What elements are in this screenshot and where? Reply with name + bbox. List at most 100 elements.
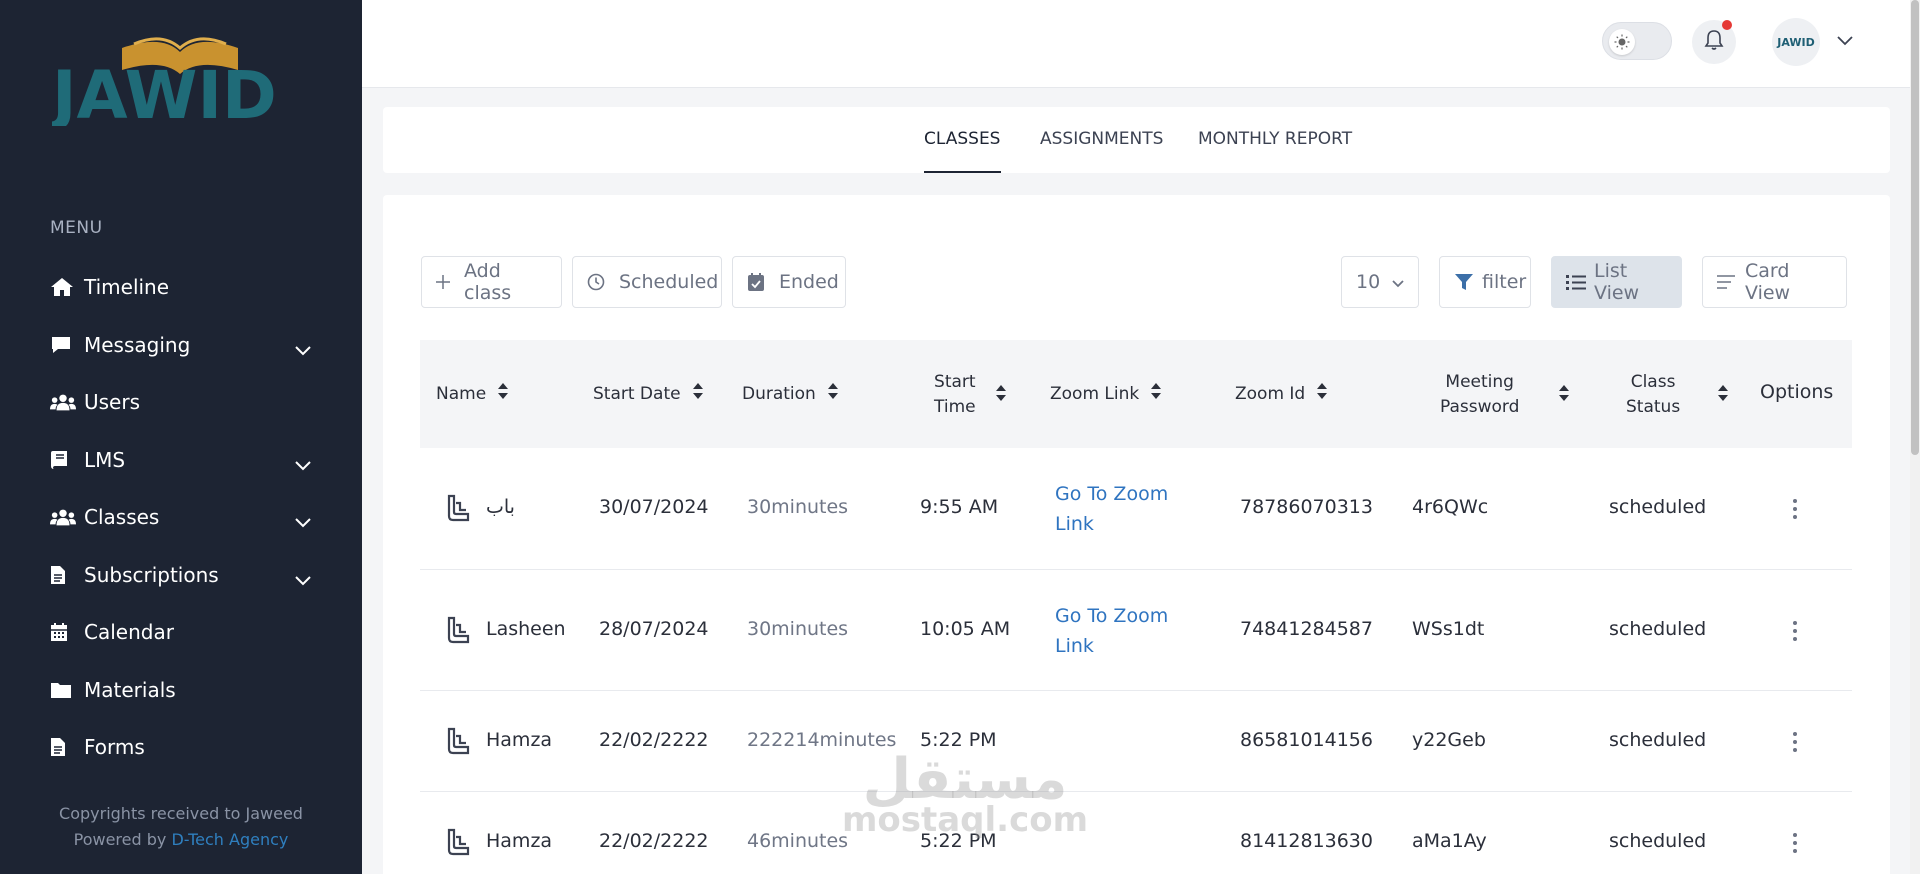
calendar-icon [50, 621, 76, 643]
column-header-label: Class [1630, 372, 1676, 392]
class-status: scheduled [1609, 618, 1707, 640]
column-header-duration[interactable]: Duration [742, 383, 838, 404]
plus-icon [436, 275, 450, 289]
duration: 30minutes [747, 618, 849, 640]
zoom-link-line: Go To Zoom [1055, 483, 1169, 505]
column-header-label: Start Date [593, 383, 681, 404]
zoom-link-line: Link [1055, 513, 1094, 535]
table-row[interactable]: باب 30/07/2024 30minutes 9:55 AM Go To Z… [420, 448, 1852, 570]
column-header-zoom-link[interactable]: Zoom Link [1050, 383, 1162, 404]
more-options-icon[interactable] [1792, 832, 1798, 858]
chevron-down-icon [295, 509, 311, 533]
sidebar-item-subscriptions[interactable]: Subscriptions [50, 555, 315, 595]
card-view-button[interactable]: Card View [1702, 256, 1847, 308]
ended-label: Ended [779, 271, 839, 293]
column-header-start-time[interactable]: Start Time [934, 370, 1006, 420]
book-icon [50, 449, 76, 471]
class-status: scheduled [1609, 830, 1707, 852]
start-date: 22/02/2222 [599, 830, 709, 852]
ended-button[interactable]: Ended [732, 256, 846, 308]
column-header-meeting-password[interactable]: Meeting Password [1440, 370, 1570, 420]
sidebar-item-forms[interactable]: Forms [50, 727, 315, 767]
add-class-button[interactable]: Add class [421, 256, 562, 308]
table-row[interactable]: Lasheen 28/07/2024 30minutes 10:05 AM Go… [420, 570, 1852, 691]
home-icon [50, 276, 76, 298]
zoom-link[interactable]: Go To Zoom Link [1055, 601, 1168, 661]
sidebar-item-lms[interactable]: LMS [50, 440, 315, 480]
zoom-link-line: Go To Zoom [1055, 605, 1169, 627]
start-time: 10:05 AM [920, 618, 1011, 640]
tab-monthly-report[interactable]: MONTHLY REPORT [1198, 129, 1352, 149]
zoom-link-line: Link [1055, 635, 1094, 657]
agency-link[interactable]: D-Tech Agency [171, 830, 288, 849]
more-options-icon[interactable] [1792, 620, 1798, 646]
seat-icon [446, 616, 470, 651]
notifications-button[interactable] [1692, 20, 1736, 64]
brand-logo[interactable]: JAWID [48, 26, 308, 134]
list-view-label: List View [1594, 260, 1640, 304]
scheduled-label: Scheduled [619, 271, 719, 293]
column-header-name[interactable]: Name [436, 383, 509, 404]
zoom-link[interactable]: Go To Zoom Link [1055, 479, 1168, 539]
column-header-label: Name [436, 383, 487, 404]
tab-assignments[interactable]: ASSIGNMENTS [1040, 129, 1163, 149]
column-header-zoom-id[interactable]: Zoom Id [1235, 383, 1328, 404]
class-status: scheduled [1609, 496, 1707, 518]
table-row[interactable]: Hamza 22/02/2222 222214minutes 5:22 PM 8… [420, 691, 1852, 792]
page-size-select[interactable]: 10 [1341, 256, 1419, 308]
theme-toggle[interactable] [1602, 22, 1672, 60]
more-options-icon[interactable] [1792, 498, 1798, 524]
avatar[interactable]: JAWID [1772, 18, 1820, 66]
zoom-id: 86581014156 [1240, 729, 1373, 751]
sidebar-item-label: Forms [84, 735, 145, 759]
chevron-down-icon [295, 452, 311, 476]
zoom-id: 78786070313 [1240, 496, 1373, 518]
meeting-password: y22Geb [1412, 729, 1486, 751]
meeting-password: aMa1Ay [1412, 830, 1487, 852]
sidebar-item-materials[interactable]: Materials [50, 670, 315, 710]
sort-icon [498, 383, 509, 404]
column-header-class-status[interactable]: Class Status [1626, 370, 1729, 420]
filter-label: filter [1482, 271, 1527, 293]
column-header-label: Meeting [1445, 372, 1514, 392]
users-icon [50, 391, 76, 413]
sort-icon [1151, 383, 1162, 404]
filter-icon [1454, 273, 1474, 291]
sidebar-item-users[interactable]: Users [50, 382, 315, 422]
duration: 46minutes [747, 830, 849, 852]
column-header-label: Zoom Id [1235, 383, 1306, 404]
table-row[interactable]: Hamza 22/02/2222 46minutes 5:22 PM 81412… [420, 792, 1852, 874]
sort-icon [995, 384, 1006, 406]
users-icon [50, 506, 76, 528]
bell-icon [1704, 29, 1724, 55]
scrollbar-thumb[interactable] [1911, 0, 1919, 455]
column-header-start-date[interactable]: Start Date [593, 383, 703, 404]
column-header-label: Start [934, 372, 976, 392]
sidebar-item-messaging[interactable]: Messaging [50, 325, 315, 365]
list-icon [1566, 274, 1586, 290]
start-date: 28/07/2024 [599, 618, 709, 640]
filter-button[interactable]: filter [1439, 256, 1531, 308]
sidebar-item-classes[interactable]: Classes [50, 497, 315, 537]
class-name: Hamza [486, 830, 553, 852]
sidebar-item-label: Calendar [84, 620, 174, 644]
chevron-down-icon [295, 337, 311, 361]
tab-classes[interactable]: CLASSES [924, 129, 1000, 149]
class-name: باب [486, 496, 515, 518]
scheduled-button[interactable]: Scheduled [572, 256, 722, 308]
more-options-icon[interactable] [1792, 731, 1798, 757]
clock-icon [587, 273, 605, 291]
sidebar-item-timeline[interactable]: Timeline [50, 267, 315, 307]
watermark-latin: mostaql.com [841, 800, 1089, 840]
calendar-check-icon [747, 272, 765, 292]
class-name: Lasheen [486, 618, 566, 640]
meeting-password: WSs1dt [1412, 618, 1485, 640]
document-icon [50, 736, 76, 758]
meeting-password: 4r6QWc [1412, 496, 1489, 518]
tabs-bar: CLASSES ASSIGNMENTS MONTHLY REPORT [383, 107, 1890, 173]
class-status: scheduled [1609, 729, 1707, 751]
list-view-button[interactable]: List View [1551, 256, 1682, 308]
chevron-down-icon[interactable] [1836, 32, 1854, 51]
watermark: مستقل mostaql.com [840, 750, 1090, 840]
sidebar-item-calendar[interactable]: Calendar [50, 612, 315, 652]
